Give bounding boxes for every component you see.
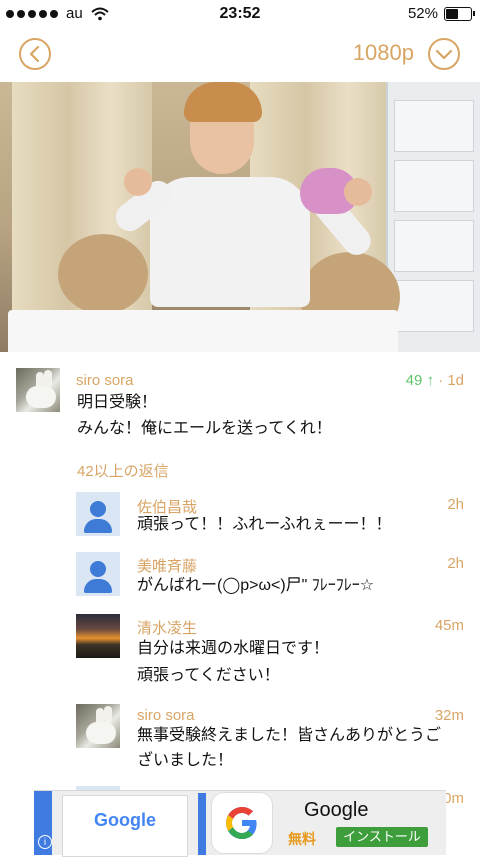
reply-line: 無事受験終えました！皆さんありがとうご: [137, 727, 442, 744]
ad-info-icon[interactable]: i: [38, 835, 52, 849]
quality-selector[interactable]: 1080p: [330, 40, 414, 66]
ad-banner[interactable]: i Google Google 無料 インストール: [34, 790, 446, 857]
white-table: [8, 310, 398, 352]
reply-line: 自分は来週の水曜日です！: [137, 640, 330, 657]
ad-card-logo: Google: [94, 810, 156, 830]
ad-install-button[interactable]: インストール: [336, 827, 428, 847]
reply-age: 2h: [447, 555, 464, 572]
battery-level: [446, 8, 458, 19]
comment-meta: 49 ↑ · 1d: [405, 372, 464, 389]
google-app-icon: [212, 793, 272, 853]
avatar[interactable]: [76, 704, 120, 748]
chevron-left-icon: [29, 46, 40, 62]
video-player[interactable]: [0, 82, 480, 352]
person-hand-left: [124, 168, 152, 196]
avatar[interactable]: [76, 614, 120, 658]
reply-line: 頑張ってください！: [137, 667, 280, 684]
ad-screenshot-card: Google: [62, 795, 188, 857]
reply-age: 2h: [447, 496, 464, 513]
person-hand-right: [344, 178, 372, 206]
reply-line: 頑張って！！ふれーふれぇーー！！: [137, 516, 392, 533]
status-bar: au 23:52 52%: [0, 0, 480, 28]
teddy-bear-left: [58, 234, 148, 314]
more-replies-link[interactable]: 42以上の返信: [77, 460, 169, 481]
comment-line: みんな！俺にエールを送ってくれ！: [77, 420, 332, 437]
reply-line: がんばれー(◯p>ω<)尸" ﾌﾚｰﾌﾚｰ☆: [137, 577, 375, 594]
battery-icon: [444, 6, 475, 21]
avatar[interactable]: [76, 552, 120, 596]
reply-author[interactable]: 清水凌生: [137, 617, 197, 638]
comment-author[interactable]: siro sora: [76, 372, 134, 389]
comment-line: 明日受験！: [77, 394, 158, 411]
ad-divider: [198, 793, 206, 855]
reply-age: 32m: [434, 707, 464, 724]
menu-button[interactable]: [428, 38, 460, 70]
reply-line: ざいました！: [137, 752, 234, 769]
ad-title: Google: [304, 799, 369, 821]
comment-age: 1d: [447, 372, 464, 389]
back-button[interactable]: [19, 38, 51, 70]
avatar[interactable]: [16, 368, 60, 412]
avatar[interactable]: [76, 492, 120, 536]
person-hair: [184, 82, 262, 122]
reply-author[interactable]: siro sora: [137, 707, 195, 724]
upvote-arrow-icon[interactable]: ↑: [426, 372, 434, 389]
person-shirt: [150, 177, 310, 307]
status-right: 52%: [407, 5, 475, 22]
like-count[interactable]: 49: [406, 372, 423, 389]
reply-age: 45m: [434, 617, 464, 634]
drawer-cabinet: [386, 82, 480, 352]
chevron-down-icon: [436, 49, 452, 60]
battery-percent: 52%: [407, 5, 438, 22]
nav-bar: 1080p: [0, 28, 480, 82]
ad-price-label: 無料: [288, 831, 316, 847]
